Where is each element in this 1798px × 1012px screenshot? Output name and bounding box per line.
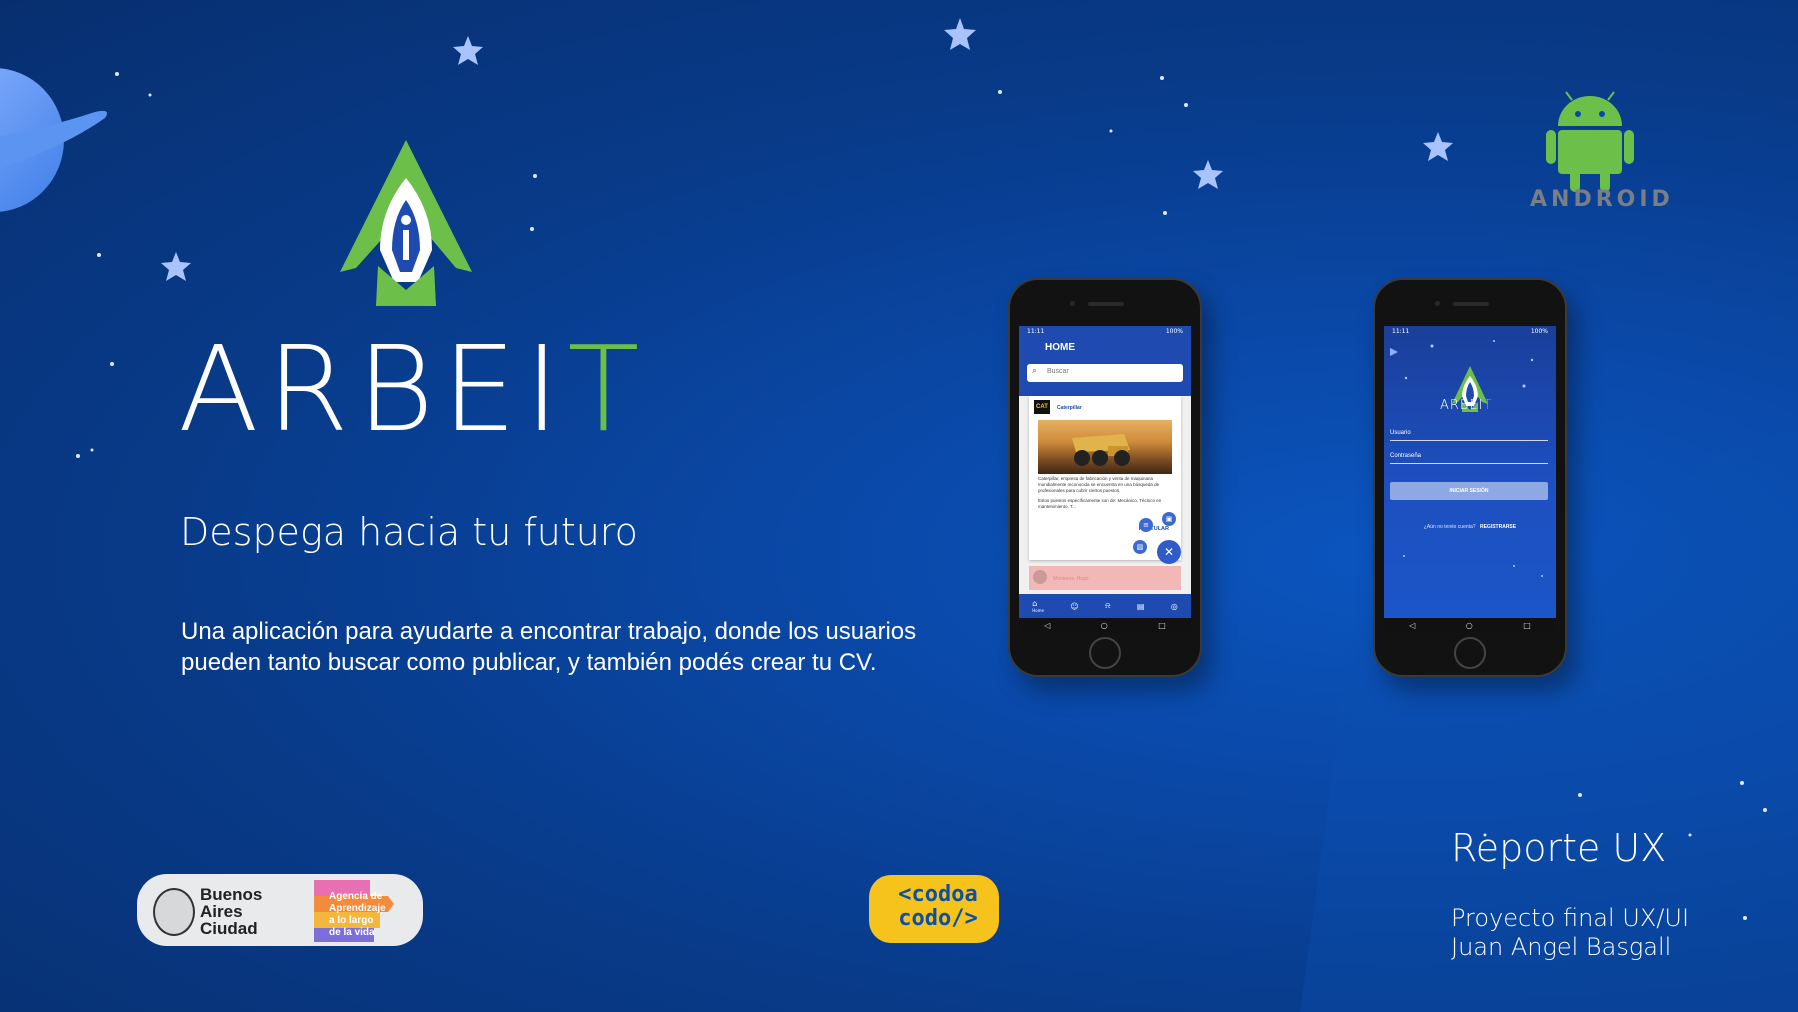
agencia-wordmark: Agencia de Aprendizaje a lo largo de la … [329,891,409,939]
android-logo-icon [1546,91,1634,192]
back-icon[interactable]: ◁ [1044,621,1050,630]
mining-truck-image [1072,434,1130,466]
avatar [1033,570,1047,584]
brand-wordmark-accent: T [567,320,648,458]
system-navbar: ◁ ○ □ [1384,618,1556,632]
no-account-text: ¿Aún no tenés cuenta? [1423,524,1476,530]
codo-line-2: codo/> [898,906,978,931]
tagline: Despega hacia tu futuro [180,510,638,554]
presentation-slide: ANDROID ARBEIT Despega hacia tu futuro U… [0,0,1798,1012]
report-subtitle: Proyecto final UX/UI Juan Angel Basgall [1451,904,1689,962]
planet-icon [0,68,107,212]
brand-wordmark: ARBEIT [178,330,647,448]
ba-line-3: Ciudad [200,919,258,938]
phone-speaker [1088,302,1124,306]
nav-home-label: Home [1032,608,1044,613]
home-header: 11:11 100% HOME ⌕ Buscar [1019,326,1191,396]
ba-line-1: Buenos [200,885,263,904]
agencia-line-1: Agencia de [329,891,383,902]
codo-line-1: <codoa [898,882,978,907]
password-field[interactable]: Contraseña [1390,453,1548,464]
report-author: Juan Angel Basgall [1451,933,1672,961]
phone-home-button [1089,637,1121,669]
home-screen: 11:11 100% HOME ⌕ Buscar CAT Caterpillar [1019,326,1191,632]
front-camera [1070,301,1075,306]
front-camera [1435,301,1440,306]
nav-profile-icon[interactable]: ◎ [1171,602,1178,611]
codo-a-codo-logo: <codoa codo/> [869,875,999,943]
login-wordmark-main: ARBEI [1440,398,1484,413]
agencia-line-4: de la vida [329,927,375,938]
buenos-aires-logo: Buenos Aires Ciudad Agencia de Aprendiza… [137,874,423,946]
close-fab-icon[interactable]: ✕ [1157,540,1181,564]
android-wordmark: ANDROID [1530,187,1674,212]
status-bar: 11:11 100% [1019,326,1191,336]
job-post-paragraph-2: Estos puestos específicamente son de: Me… [1038,498,1162,509]
agencia-line-3: a lo largo [329,915,374,926]
post-author-name: Monteros, Hugo [1053,576,1089,582]
login-wordmark: ARBEIT [1440,398,1492,413]
login-screen: 11:11 100% ARBEIT Usuario Contraseña INI… [1384,326,1556,632]
company-name[interactable]: Caterpillar [1057,405,1082,411]
nav-home-icon[interactable]: ⌂ Home [1032,599,1044,613]
home-circle-icon[interactable]: ○ [1466,621,1473,630]
job-post-paragraph-1: Caterpillar, empresa de fabricación y ve… [1038,476,1160,493]
nav-people-icon[interactable]: ☺ [1070,602,1078,611]
image-fab-icon[interactable]: ▨ [1133,540,1147,554]
report-project: Proyecto final UX/UI [1451,904,1690,932]
recents-icon[interactable]: □ [1158,621,1166,630]
app-description: Una aplicación para ayudarte a encontrar… [181,618,917,676]
briefcase-fab-icon[interactable]: ▣ [1162,512,1176,526]
bottom-navigation: ⌂ Home ☺ ⍾ ▤ ◎ [1019,594,1191,618]
rocket-logo-icon [340,140,472,306]
report-title: Reporte UX [1451,826,1667,870]
search-icon: ⌕ [1032,366,1038,376]
city-seal-icon [153,888,195,936]
system-navbar: ◁ ○ □ [1019,618,1191,632]
login-button[interactable]: INICIAR SESIÓN [1390,482,1548,500]
nav-briefcase-icon[interactable]: ▤ [1137,602,1145,611]
login-wordmark-accent: T [1483,398,1493,413]
recents-icon[interactable]: □ [1523,621,1531,630]
phone-mockup-login: 11:11 100% ARBEIT Usuario Contraseña INI… [1373,278,1567,677]
company-logo: CAT [1034,400,1050,414]
back-icon[interactable]: ◁ [1409,621,1415,630]
nav-bell-icon[interactable]: ⍾ [1105,601,1110,611]
star-icons [161,18,1453,281]
status-time: 11:11 [1027,327,1045,335]
register-row: ¿Aún no tenés cuenta? REGISTRARSE [1384,524,1556,530]
home-title: HOME [1045,342,1075,353]
register-link[interactable]: REGISTRARSE [1480,524,1516,530]
codo-wordmark: <codoa codo/> [883,883,993,931]
job-post-description: Caterpillar, empresa de fabricación y ve… [1038,476,1164,510]
login-background-stars [1390,340,1543,577]
search-placeholder: Buscar [1047,368,1069,375]
home-circle-icon[interactable]: ○ [1101,621,1108,630]
job-post-card[interactable]: CAT Caterpillar Caterpillar, empresa de … [1029,396,1181,560]
phone-mockup-home: 11:11 100% HOME ⌕ Buscar CAT Caterpillar [1008,278,1202,677]
job-post-image [1038,420,1172,474]
document-fab-icon[interactable]: ≡ [1139,518,1153,532]
brand-wordmark-main: ARBEI [178,320,568,458]
ba-wordmark: Buenos Aires Ciudad [200,886,262,937]
search-input[interactable]: ⌕ Buscar [1027,364,1183,382]
ba-line-2: Aires [200,902,243,921]
username-field[interactable]: Usuario [1390,430,1548,441]
job-post-card-2[interactable]: Monteros, Hugo [1029,566,1181,590]
agencia-line-2: Aprendizaje [329,903,386,914]
phone-speaker [1453,302,1489,306]
status-battery: 100% [1165,327,1183,335]
phone-home-button [1454,637,1486,669]
